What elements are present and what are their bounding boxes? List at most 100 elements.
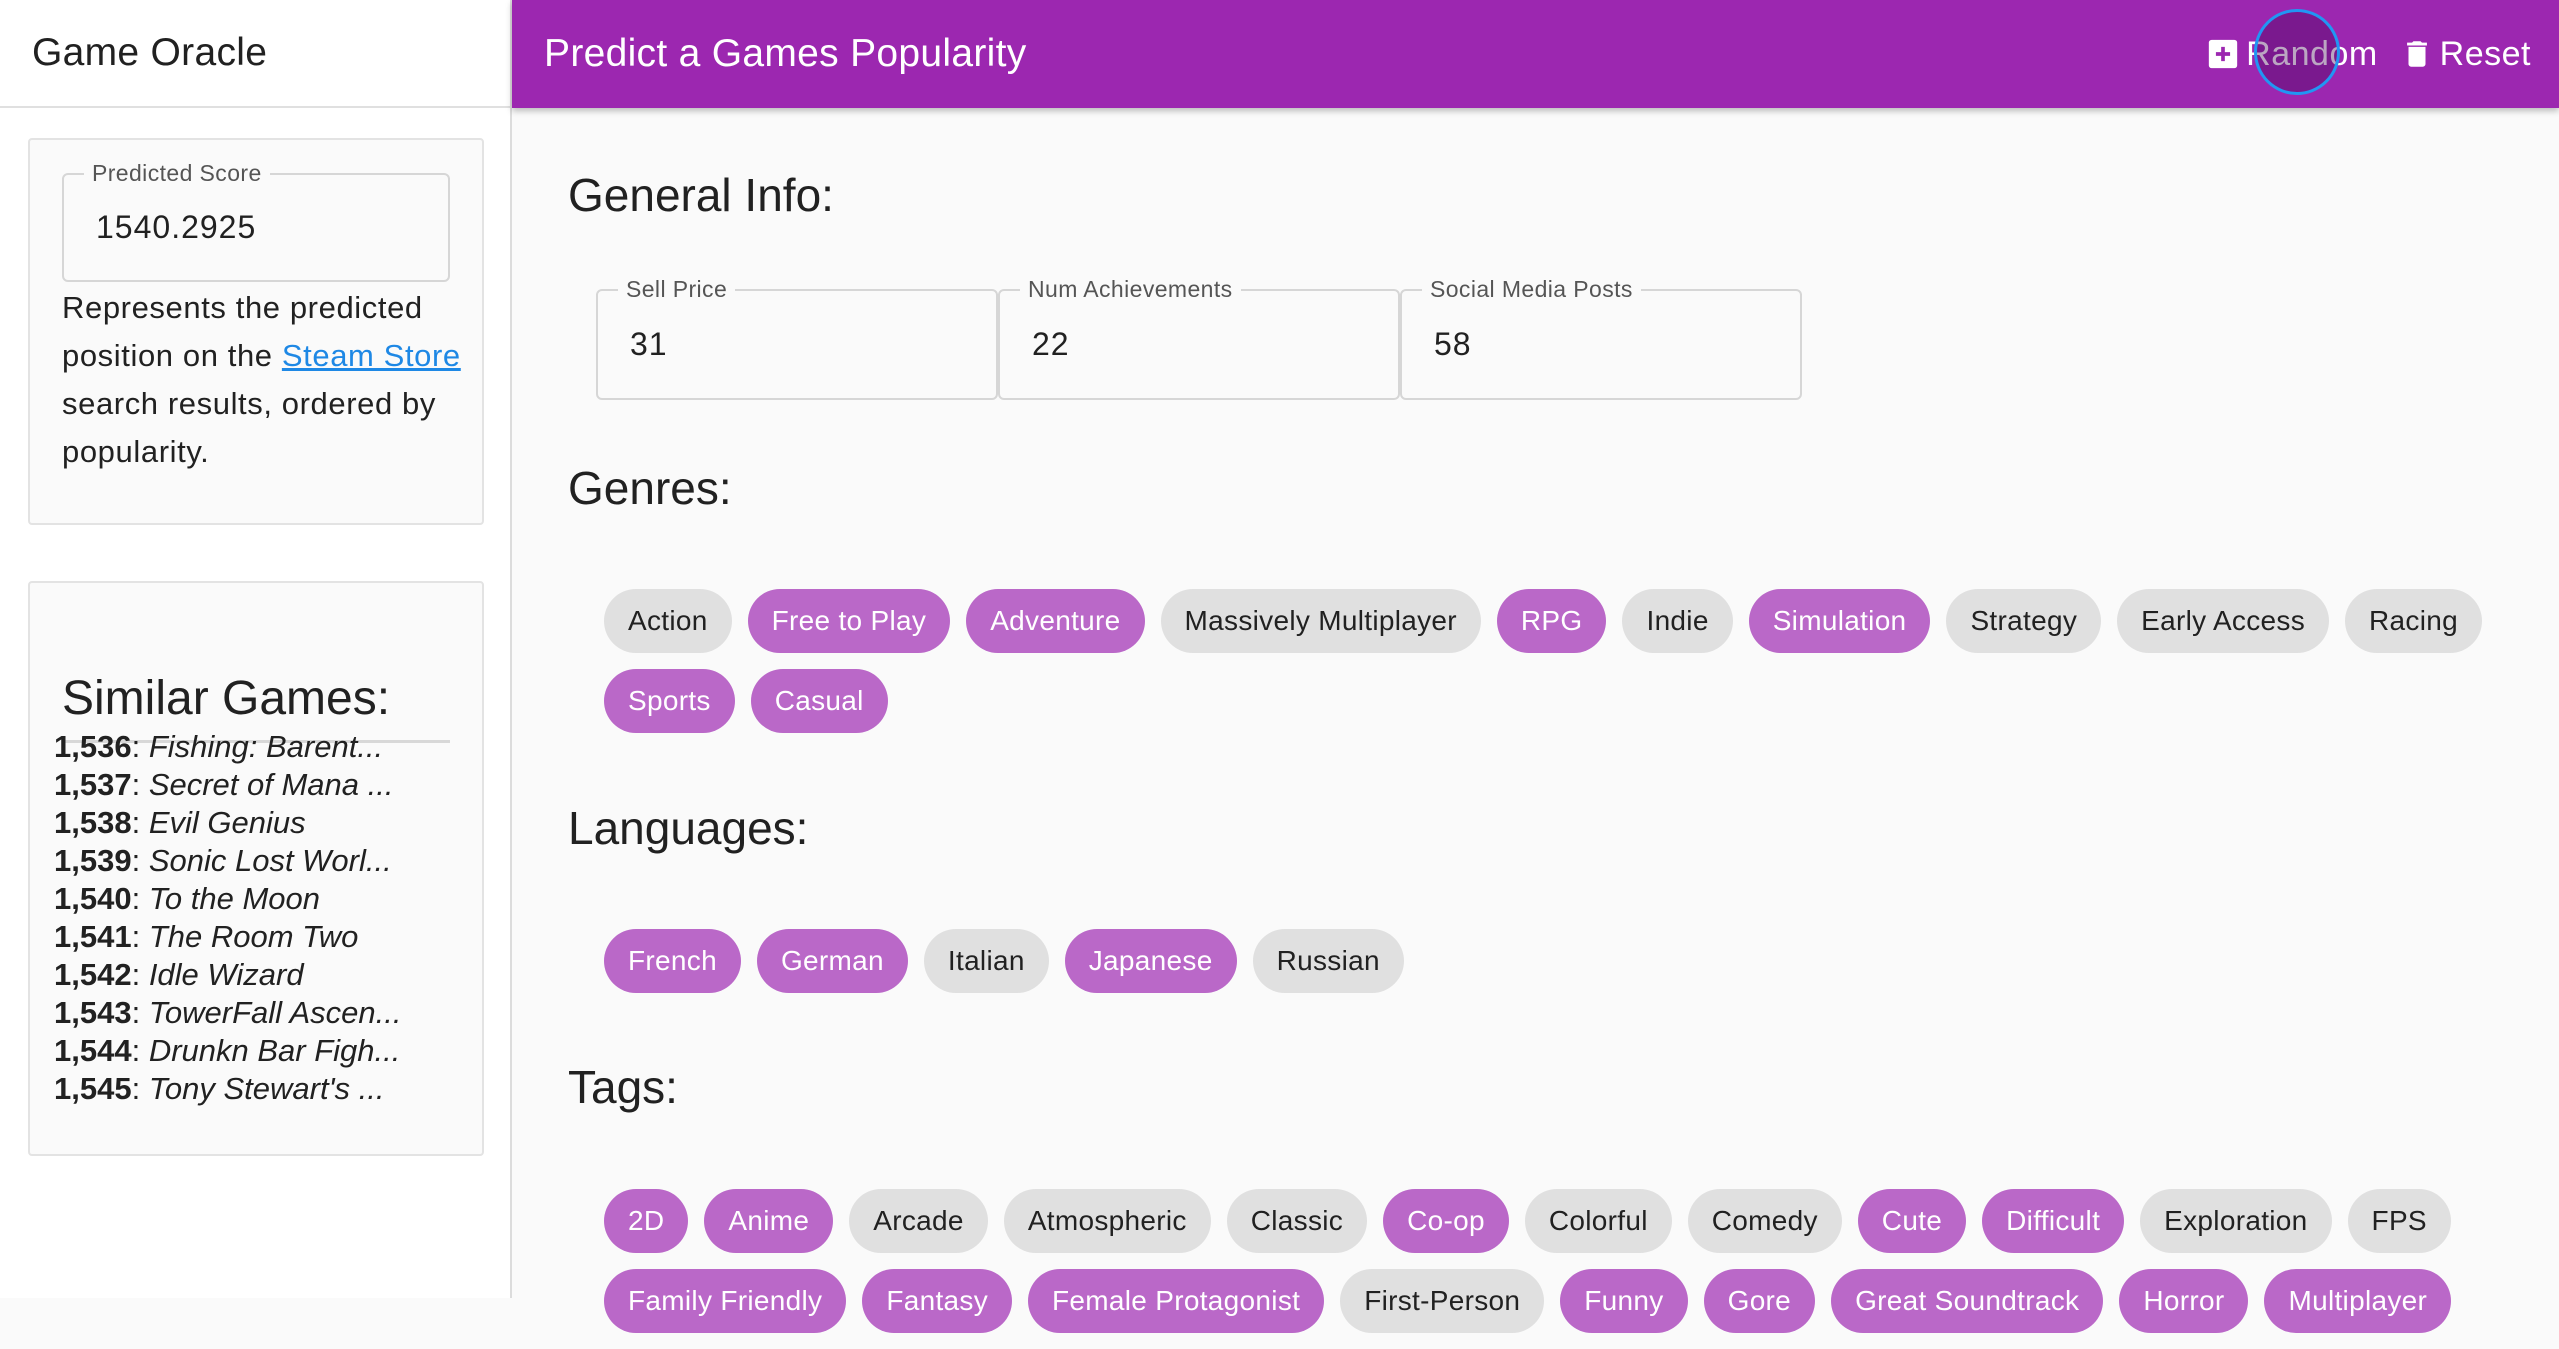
main-content: General Info: Sell Price 31 Num Achievem…: [512, 108, 2559, 1333]
similar-game-item: 1,545: Tony Stewart's ...: [54, 1071, 385, 1106]
tag-chip-difficult[interactable]: Difficult: [1982, 1189, 2125, 1253]
tag-chip-family-friendly[interactable]: Family Friendly: [604, 1269, 847, 1333]
language-chip-german[interactable]: German: [756, 929, 908, 993]
genre-chip-strategy[interactable]: Strategy: [1946, 589, 2102, 653]
tag-chip-co-op[interactable]: Co-op: [1383, 1189, 1509, 1253]
tag-chip-cute[interactable]: Cute: [1857, 1189, 1967, 1253]
genre-chip-rpg[interactable]: RPG: [1496, 589, 1607, 653]
appbar-actions: Random Reset: [2184, 0, 2531, 108]
predicted-score-value: 1540.2925: [96, 209, 257, 245]
similar-game-rank: 1,536: [54, 729, 132, 764]
num-achievements-field[interactable]: Num Achievements 22: [998, 276, 1400, 400]
reset-button-label: Reset: [2439, 34, 2531, 73]
tag-chip-comedy[interactable]: Comedy: [1687, 1189, 1842, 1253]
tag-chip-gore[interactable]: Gore: [1703, 1269, 1816, 1333]
score-desc-post: search results, ordered by popularity.: [62, 386, 436, 469]
genre-chip-racing[interactable]: Racing: [2345, 589, 2482, 653]
random-button-label: Random: [2246, 34, 2378, 73]
genre-chips: Action Free to Play Adventure Massively Mul…: [604, 589, 2524, 749]
similar-game-rank: 1,545: [54, 1071, 132, 1106]
genres-title: Genres:: [568, 462, 732, 514]
genre-chip-massively-multiplayer[interactable]: Massively Multiplayer: [1160, 589, 1481, 653]
tag-chip-2d[interactable]: 2D: [604, 1189, 689, 1253]
app-bar: Predict a Games Popularity Random Reset: [512, 0, 2559, 108]
similar-game-name: To the Moon: [148, 881, 321, 916]
similar-game-rank: 1,544: [54, 1033, 132, 1068]
similar-game-name: TowerFall Ascen...: [148, 995, 402, 1030]
tag-chips: 2D Anime Arcade Atmospheric Classic Co-op Colo…: [604, 1189, 2524, 1349]
tag-chip-anime[interactable]: Anime: [704, 1189, 834, 1253]
similar-game-item: 1,537: Secret of Mana ...: [54, 767, 394, 802]
tag-chip-great-soundtrack[interactable]: Great Soundtrack: [1831, 1269, 2104, 1333]
language-chip-japanese[interactable]: Japanese: [1064, 929, 1237, 993]
similar-game-rank: 1,541: [54, 919, 132, 954]
reset-button[interactable]: Reset: [2400, 35, 2531, 74]
sidebar-header: Game Oracle: [0, 0, 510, 108]
page-title: Predict a Games Popularity: [544, 32, 1027, 75]
similar-game-rank: 1,537: [54, 767, 132, 802]
language-chip-russian[interactable]: Russian: [1252, 929, 1404, 993]
tag-chip-first-person[interactable]: First-Person: [1340, 1269, 1545, 1333]
similar-game-item: 1,536: Fishing: Barent...: [54, 729, 384, 764]
tag-chip-funny[interactable]: Funny: [1560, 1269, 1688, 1333]
similar-game-item: 1,538: Evil Genius: [54, 805, 306, 840]
tag-chip-atmospheric[interactable]: Atmospheric: [1003, 1189, 1211, 1253]
similar-game-rank: 1,542: [54, 957, 132, 992]
tag-chip-classic[interactable]: Classic: [1226, 1189, 1368, 1253]
language-chip-french[interactable]: French: [604, 929, 741, 993]
similar-game-name: Idle Wizard: [148, 957, 304, 992]
genre-chip-action[interactable]: Action: [604, 589, 732, 653]
similar-game-item: 1,542: Idle Wizard: [54, 957, 304, 992]
similar-game-item: 1,541: The Room Two: [54, 919, 359, 954]
tags-title: Tags:: [568, 1061, 678, 1113]
similar-game-item: 1,539: Sonic Lost Worl...: [54, 843, 392, 878]
tag-chip-fantasy[interactable]: Fantasy: [862, 1269, 1013, 1333]
similar-game-name: Evil Genius: [148, 805, 306, 840]
genre-chip-indie[interactable]: Indie: [1622, 589, 1733, 653]
social-media-posts-field[interactable]: Social Media Posts 58: [1400, 276, 1802, 400]
random-button[interactable]: Random: [2206, 35, 2378, 74]
similar-game-name: Fishing: Barent...: [148, 729, 384, 764]
predicted-score-card: Predicted Score 1540.2925 Represents the…: [28, 138, 484, 525]
similar-games-list: 1,536: Fishing: Barent... 1,537: Secret o…: [54, 728, 402, 1108]
similar-games-card: Similar Games: 1,536: Fishing: Barent...…: [28, 581, 484, 1156]
tag-chip-fps[interactable]: FPS: [2347, 1189, 2451, 1253]
genre-chip-adventure[interactable]: Adventure: [966, 589, 1145, 653]
similar-game-rank: 1,539: [54, 843, 132, 878]
tag-chip-multiplayer[interactable]: Multiplayer: [2264, 1269, 2452, 1333]
general-info-title: General Info:: [568, 169, 834, 221]
similar-game-name: Tony Stewart's ...: [148, 1071, 385, 1106]
language-chips: French German Italian Japanese Russian: [604, 929, 2524, 1009]
tag-chip-horror[interactable]: Horror: [2119, 1269, 2249, 1333]
similar-game-item: 1,540: To the Moon: [54, 881, 321, 916]
trash-icon: [2400, 37, 2434, 71]
genre-chip-free-to-play[interactable]: Free to Play: [747, 589, 951, 653]
sidebar: Game Oracle Predicted Score 1540.2925 Re…: [0, 0, 512, 1298]
similar-game-name: Drunkn Bar Figh...: [148, 1033, 401, 1068]
languages-title: Languages:: [568, 802, 809, 854]
tag-chip-colorful[interactable]: Colorful: [1524, 1189, 1672, 1253]
tag-chip-exploration[interactable]: Exploration: [2140, 1189, 2332, 1253]
steam-store-link[interactable]: Steam Store: [282, 338, 461, 373]
sell-price-value: 31: [630, 326, 668, 362]
score-description: Represents the predicted position on the…: [62, 284, 462, 476]
genre-chip-early-access[interactable]: Early Access: [2117, 589, 2330, 653]
similar-game-name: The Room Two: [148, 919, 359, 954]
app-title: Game Oracle: [32, 31, 268, 74]
social-media-posts-value: 58: [1434, 326, 1472, 362]
similar-game-rank: 1,538: [54, 805, 132, 840]
similar-game-name: Sonic Lost Worl...: [148, 843, 392, 878]
num-achievements-value: 22: [1032, 326, 1070, 362]
similar-game-item: 1,544: Drunkn Bar Figh...: [54, 1033, 401, 1068]
sell-price-field[interactable]: Sell Price 31: [596, 276, 998, 400]
similar-game-rank: 1,540: [54, 881, 132, 916]
genre-chip-sports[interactable]: Sports: [604, 669, 735, 733]
genre-chip-casual[interactable]: Casual: [750, 669, 888, 733]
genre-chip-simulation[interactable]: Simulation: [1748, 589, 1931, 653]
add-box-icon: [2206, 37, 2240, 71]
tag-chip-arcade[interactable]: Arcade: [849, 1189, 988, 1253]
tag-chip-female-protagonist[interactable]: Female Protagonist: [1028, 1269, 1325, 1333]
similar-game-name: Secret of Mana ...: [148, 767, 394, 802]
predicted-score-field[interactable]: Predicted Score 1540.2925: [62, 160, 450, 282]
language-chip-italian[interactable]: Italian: [923, 929, 1049, 993]
